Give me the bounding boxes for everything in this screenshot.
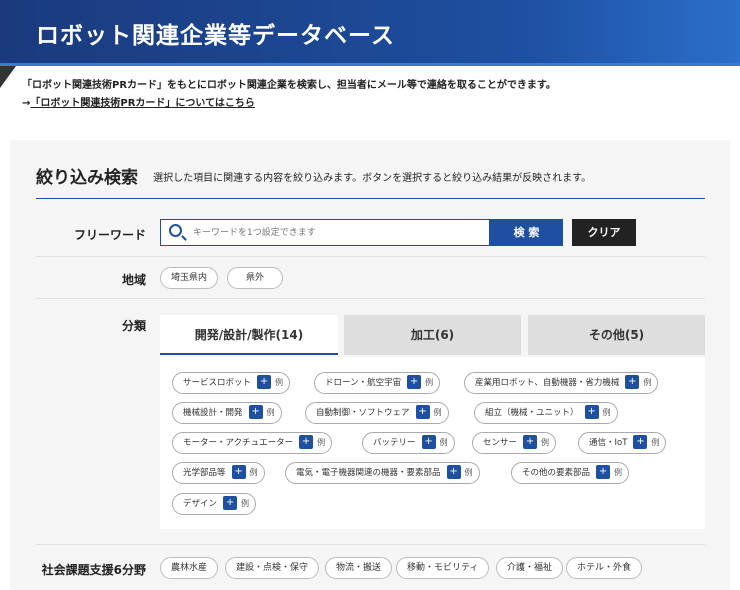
social-option[interactable]: 移動・モビリティ bbox=[396, 557, 490, 579]
tag-label: ドローン・航空宇宙 bbox=[325, 378, 402, 388]
example-link[interactable]: 例 bbox=[440, 438, 448, 447]
tag-label: バッテリー bbox=[373, 438, 416, 448]
example-link[interactable]: 例 bbox=[241, 499, 249, 508]
freeword-label: フリーワード bbox=[73, 228, 146, 242]
category-tag[interactable]: 自動制御・ソフトウェア + 例 bbox=[305, 402, 449, 424]
search-box[interactable] bbox=[160, 219, 490, 246]
category-tag[interactable]: 光学部品等 + 例 bbox=[172, 462, 265, 484]
example-link[interactable]: 例 bbox=[267, 408, 275, 417]
plus-icon[interactable]: + bbox=[223, 496, 238, 510]
category-tag[interactable]: サービスロボット + 例 bbox=[172, 372, 291, 394]
search-button[interactable]: 検 索 bbox=[490, 219, 563, 246]
tag-label: デザイン bbox=[183, 499, 218, 509]
social-option[interactable]: 介護・福祉 bbox=[496, 557, 564, 579]
tag-label: その他の要素部品 bbox=[522, 468, 591, 478]
filter-description: 選択した項目に関連する内容を絞り込みます。ボタンを選択すると絞り込み結果が反映さ… bbox=[153, 173, 592, 184]
page-banner: ロボット関連企業等データベース bbox=[0, 0, 740, 66]
category-tag[interactable]: 機械設計・開発 + 例 bbox=[172, 402, 282, 424]
example-link[interactable]: 例 bbox=[434, 408, 442, 417]
search-input[interactable] bbox=[193, 223, 483, 242]
banner-stripe bbox=[0, 63, 740, 66]
clear-button[interactable]: クリア bbox=[572, 219, 636, 246]
tag-label: センサー bbox=[483, 438, 518, 448]
example-link[interactable]: 例 bbox=[643, 378, 651, 387]
plus-icon[interactable]: + bbox=[421, 435, 436, 449]
tag-label: 通信・IoT bbox=[589, 438, 628, 448]
category-tag[interactable]: センサー + 例 bbox=[472, 432, 557, 454]
tag-label: モーター・アクチュエーター bbox=[183, 438, 294, 448]
region-label: 地域 bbox=[121, 273, 146, 287]
social-option[interactable]: 農林水産 bbox=[160, 557, 219, 579]
example-link[interactable]: 例 bbox=[541, 438, 549, 447]
example-link[interactable]: 例 bbox=[317, 438, 325, 447]
example-link[interactable]: 例 bbox=[465, 468, 473, 477]
example-link[interactable]: 例 bbox=[651, 438, 659, 447]
category-tag[interactable]: その他の要素部品 + 例 bbox=[511, 462, 630, 484]
example-link[interactable]: 例 bbox=[275, 378, 283, 387]
tab-development[interactable]: 開発/設計/製作(14) bbox=[160, 315, 338, 355]
social-option[interactable]: 物流・搬送 bbox=[325, 557, 393, 579]
social-option[interactable]: ホテル・外食 bbox=[566, 557, 643, 579]
tag-label: 自動制御・ソフトウェア bbox=[316, 408, 410, 418]
plus-icon[interactable]: + bbox=[596, 465, 611, 479]
tag-label: 産業用ロボット、自動機器・省力機械 bbox=[475, 378, 620, 388]
example-link[interactable]: 例 bbox=[603, 408, 611, 417]
divider bbox=[36, 198, 705, 199]
tag-label: 電気・電子機器関連の機器・要素部品 bbox=[296, 468, 441, 478]
category-tag[interactable]: 組立（機械・ユニット） + 例 bbox=[474, 402, 618, 424]
filter-title: 絞り込み検索 bbox=[36, 168, 138, 188]
tag-label: 光学部品等 bbox=[183, 468, 226, 478]
example-link[interactable]: 例 bbox=[250, 468, 258, 477]
divider bbox=[36, 256, 705, 257]
tag-label: 組立（機械・ユニット） bbox=[485, 408, 579, 418]
tab-other[interactable]: その他(5) bbox=[528, 315, 705, 355]
example-link[interactable]: 例 bbox=[614, 468, 622, 477]
category-tag[interactable]: バッテリー + 例 bbox=[362, 432, 455, 454]
social-label: 社会課題支援6分野 bbox=[41, 563, 146, 577]
plus-icon[interactable]: + bbox=[523, 435, 538, 449]
intro-text: 「ロボット関連技術PRカード」をもとにロボット関連企業を検索し、担当者にメール等… bbox=[22, 77, 556, 113]
search-icon bbox=[169, 224, 182, 237]
plus-icon[interactable]: + bbox=[625, 375, 640, 389]
pr-card-link[interactable]: 「ロボット関連技術PRカード」についてはこちら bbox=[30, 98, 255, 109]
plus-icon[interactable]: + bbox=[584, 405, 599, 419]
plus-icon[interactable]: + bbox=[299, 435, 314, 449]
page-title: ロボット関連企業等データベース bbox=[36, 23, 395, 49]
filter-header: 絞り込み検索 選択した項目に関連する内容を絞り込みます。ボタンを選択すると絞り込… bbox=[36, 163, 591, 188]
category-tag[interactable]: 通信・IoT + 例 bbox=[578, 432, 667, 454]
category-tag[interactable]: 産業用ロボット、自動機器・省力機械 + 例 bbox=[464, 372, 659, 394]
divider bbox=[36, 298, 705, 299]
plus-icon[interactable]: + bbox=[248, 405, 263, 419]
intro-line: 「ロボット関連技術PRカード」をもとにロボット関連企業を検索し、担当者にメール等… bbox=[22, 80, 556, 91]
category-tag[interactable]: モーター・アクチュエーター + 例 bbox=[172, 432, 333, 454]
category-tag[interactable]: 電気・電子機器関連の機器・要素部品 + 例 bbox=[285, 462, 480, 484]
region-option[interactable]: 埼玉県内 bbox=[160, 267, 219, 289]
category-label: 分類 bbox=[121, 319, 146, 333]
tag-label: サービスロボット bbox=[183, 378, 252, 388]
category-tag[interactable]: ドローン・航空宇宙 + 例 bbox=[314, 372, 441, 394]
plus-icon[interactable]: + bbox=[446, 465, 461, 479]
tab-processing[interactable]: 加工(6) bbox=[344, 315, 521, 355]
divider bbox=[36, 544, 705, 545]
social-option[interactable]: 建設・点検・保守 bbox=[225, 557, 320, 579]
region-option[interactable]: 県外 bbox=[227, 267, 284, 289]
plus-icon[interactable]: + bbox=[415, 405, 430, 419]
plus-icon[interactable]: + bbox=[633, 435, 648, 449]
plus-icon[interactable]: + bbox=[407, 375, 422, 389]
example-link[interactable]: 例 bbox=[425, 378, 433, 387]
plus-icon[interactable]: + bbox=[231, 465, 246, 479]
tag-label: 機械設計・開発 bbox=[183, 408, 243, 418]
category-tag[interactable]: デザイン + 例 bbox=[172, 493, 257, 515]
banner-corner bbox=[0, 66, 16, 88]
plus-icon[interactable]: + bbox=[257, 375, 272, 389]
